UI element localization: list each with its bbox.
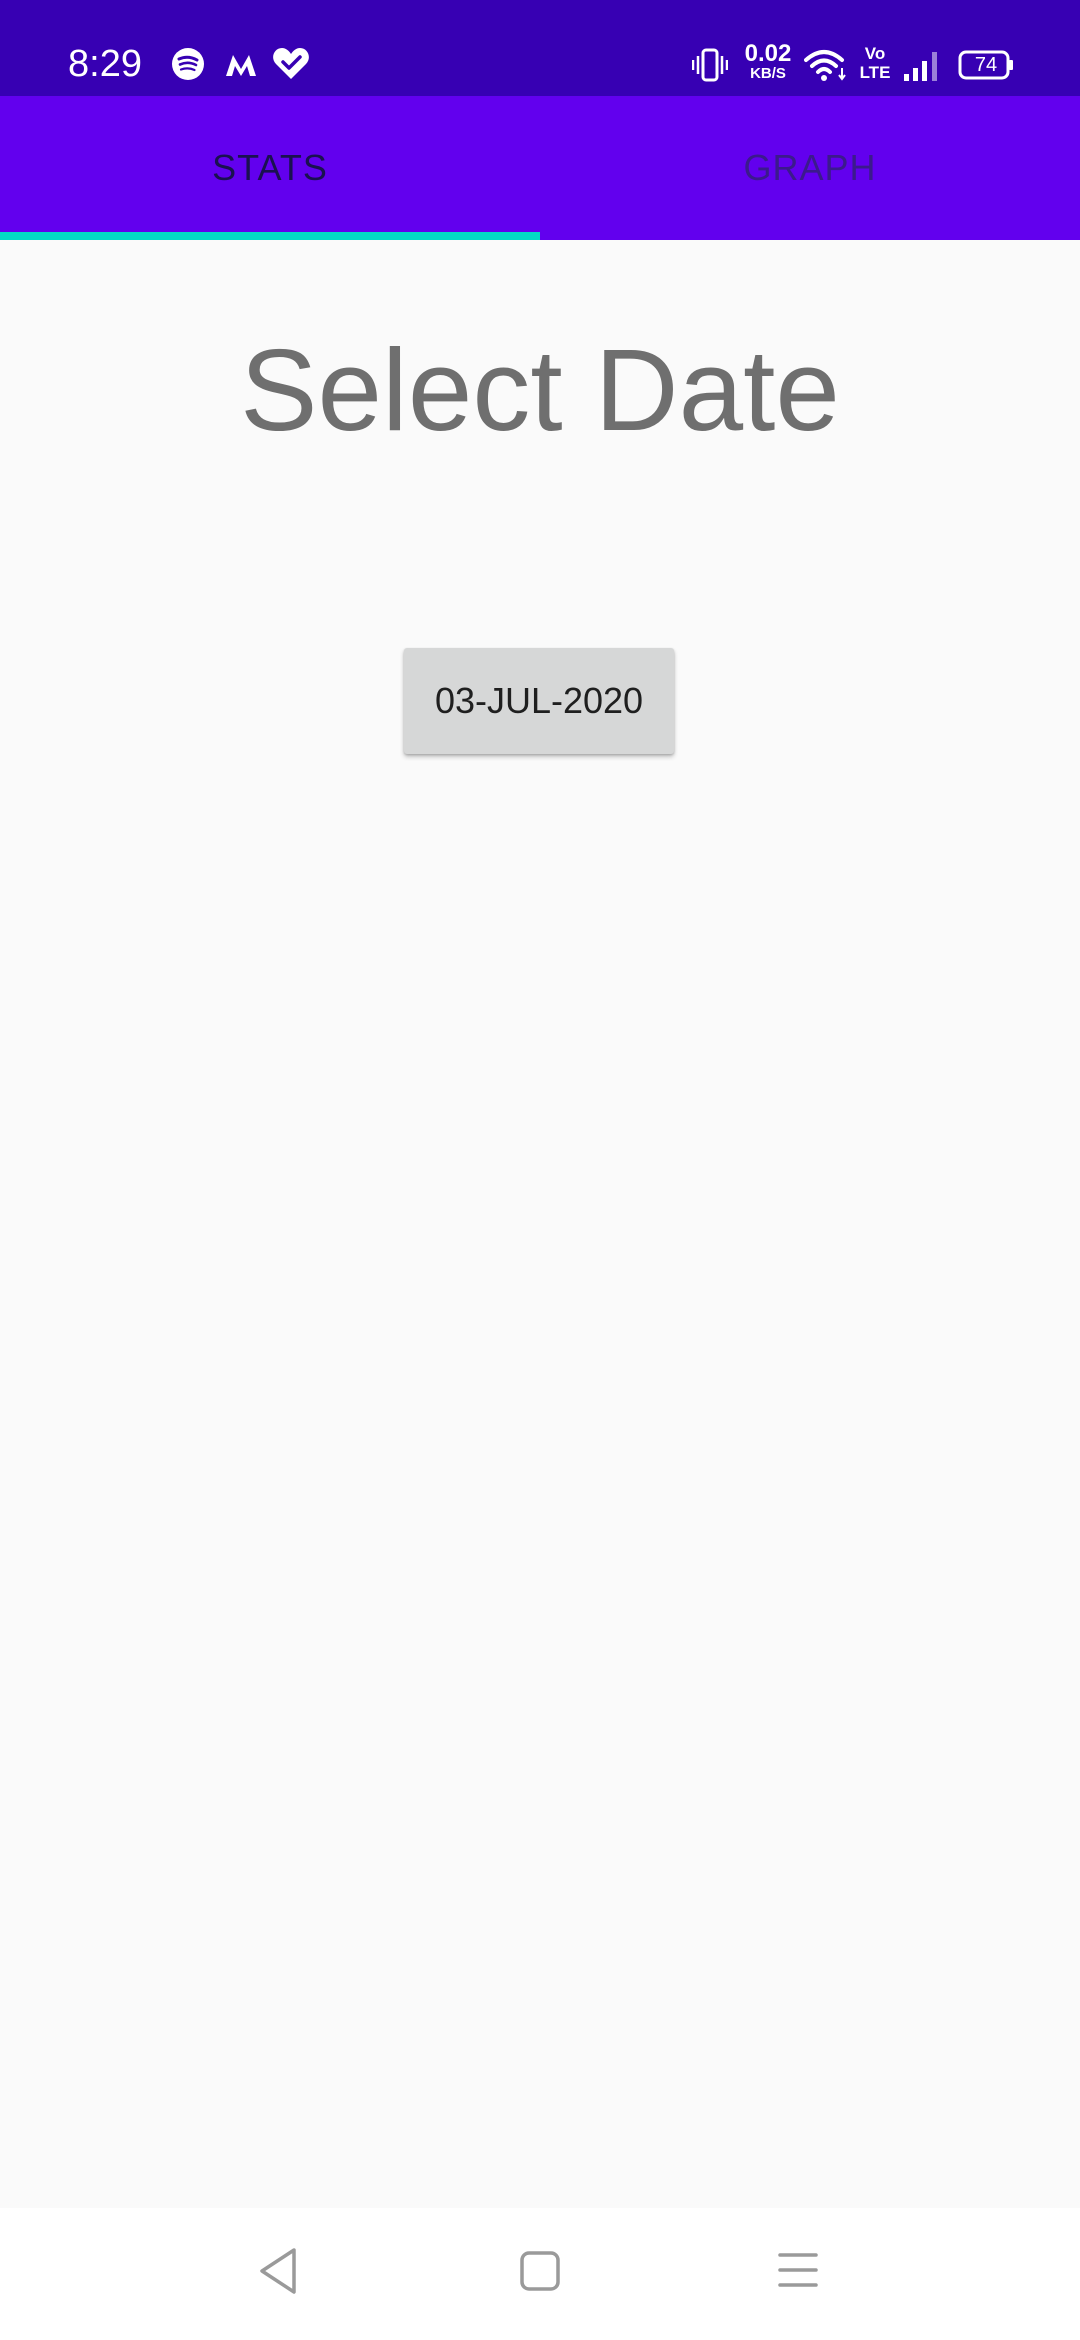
status-time: 8:29	[68, 43, 142, 85]
network-speed-unit: KB/S	[750, 65, 786, 82]
tab-bar: STATS GRAPH	[0, 96, 1080, 240]
myntra-icon	[226, 55, 256, 76]
home-icon[interactable]	[519, 2250, 561, 2292]
recents-menu-icon[interactable]	[778, 2252, 818, 2288]
tab-graph[interactable]: GRAPH	[540, 96, 1080, 240]
navigation-bar	[0, 2208, 1080, 2340]
back-icon[interactable]	[256, 2246, 300, 2296]
volte-bottom-text: LTE	[859, 63, 891, 82]
network-speed: 0.02 KB/S	[740, 42, 796, 82]
tab-indicator	[0, 232, 540, 240]
volte-indicator: Vo LTE	[857, 44, 893, 82]
vibrate-icon	[692, 48, 728, 82]
volte-top-text: Vo	[864, 44, 886, 63]
health-heart-icon	[273, 48, 309, 79]
signal-icon	[904, 52, 937, 81]
wifi-icon	[804, 50, 846, 81]
tab-stats[interactable]: STATS	[0, 96, 540, 240]
battery-level: 74	[974, 54, 998, 76]
spotify-icon	[172, 48, 204, 80]
date-picker-button[interactable]: 03-JUL-2020	[404, 648, 674, 754]
network-speed-value: 0.02	[744, 40, 792, 67]
status-bar: 8:29 0.02 KB/S Vo LTE 74	[0, 0, 1080, 96]
page-title: Select Date	[240, 325, 840, 455]
